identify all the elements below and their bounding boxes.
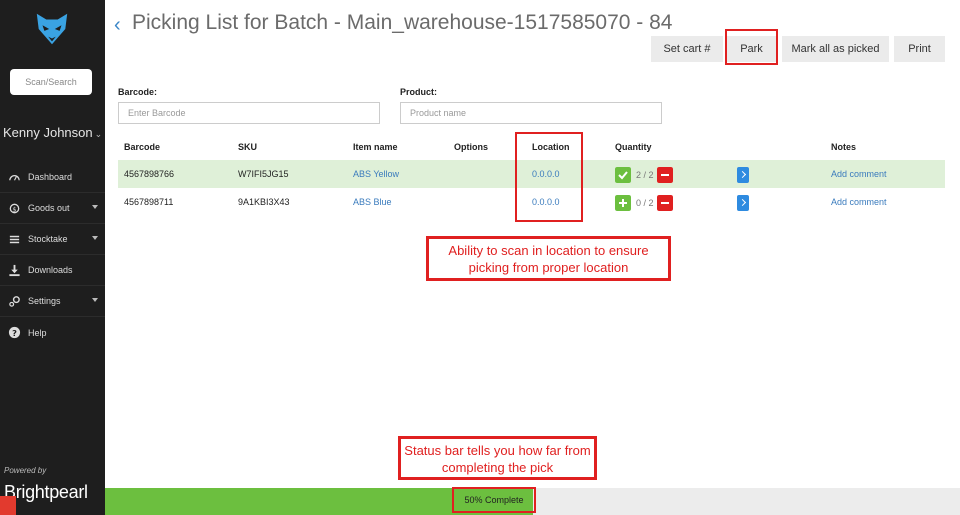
svg-text:?: ? <box>12 328 17 338</box>
minus-icon[interactable] <box>657 195 673 211</box>
header-options: Options <box>454 142 488 152</box>
sidebar: Scan/Search Kenny Johnson ⌄ Dashboard $ G… <box>0 0 105 515</box>
header-notes: Notes <box>831 142 857 152</box>
chevron-down-icon <box>92 236 98 240</box>
back-chevron-icon[interactable]: ‹ <box>114 14 121 37</box>
user-name: Kenny Johnson <box>3 125 93 140</box>
sku-cell: W7IFI5JG15 <box>238 169 289 179</box>
plus-icon[interactable] <box>615 195 631 211</box>
stocktake-icon <box>9 235 20 243</box>
sidebar-nav: Dashboard $ Goods out Stocktake Download… <box>0 162 105 348</box>
settings-icon <box>9 295 20 307</box>
item-name-link[interactable]: ABS Blue <box>353 197 392 207</box>
status-callout: Status bar tells you how far from comple… <box>398 436 597 480</box>
download-icon <box>9 264 20 276</box>
user-menu[interactable]: Kenny Johnson ⌄ <box>3 125 103 140</box>
brand-mark-icon <box>0 496 16 515</box>
help-icon: ? <box>8 326 21 339</box>
picked-check-icon[interactable] <box>615 167 631 183</box>
header-sku: SKU <box>238 142 258 152</box>
chevron-right-icon[interactable] <box>737 167 749 183</box>
location-highlight-box <box>515 132 583 222</box>
product-label: Product: <box>400 87 437 97</box>
mark-all-picked-button[interactable]: Mark all as picked <box>782 36 889 62</box>
set-cart-button[interactable]: Set cart # <box>651 36 723 62</box>
quantity-picked: 2 / 2 <box>636 170 654 180</box>
minus-icon[interactable] <box>657 167 673 183</box>
sidebar-item-dashboard[interactable]: Dashboard <box>0 162 105 193</box>
sidebar-item-label: Dashboard <box>28 172 73 182</box>
progress-label: 50% Complete <box>452 487 536 513</box>
sidebar-item-goods-out[interactable]: $ Goods out <box>0 193 105 224</box>
sidebar-item-label: Settings <box>28 296 61 306</box>
barcode-input[interactable]: Enter Barcode <box>118 102 380 124</box>
sidebar-item-label: Help <box>28 327 47 338</box>
product-input[interactable]: Product name <box>400 102 662 124</box>
chevron-down-icon: ⌄ <box>94 129 103 139</box>
chevron-down-icon <box>92 205 98 209</box>
print-button[interactable]: Print <box>894 36 945 62</box>
location-callout: Ability to scan in location to ensure pi… <box>426 236 671 281</box>
quantity-picked: 0 / 2 <box>636 198 654 208</box>
goods-out-icon: $ <box>9 203 20 213</box>
item-name-link[interactable]: ABS Yellow <box>353 169 399 179</box>
add-comment-link[interactable]: Add comment <box>831 197 887 207</box>
brand-logo-text: Brightpearl <box>4 482 88 502</box>
header-quantity: Quantity <box>615 142 652 152</box>
powered-by-text: Powered by <box>4 466 47 475</box>
fox-logo-icon[interactable] <box>33 10 71 48</box>
chevron-right-icon[interactable] <box>737 195 749 211</box>
chevron-down-icon <box>92 298 98 302</box>
header-item-name: Item name <box>353 142 398 152</box>
sidebar-item-help[interactable]: ? Help <box>0 317 105 348</box>
scan-search-button[interactable]: Scan/Search <box>10 69 92 95</box>
barcode-cell: 4567898711 <box>124 197 174 207</box>
svg-text:$: $ <box>12 205 16 213</box>
sidebar-item-stocktake[interactable]: Stocktake <box>0 224 105 255</box>
page-title: Picking List for Batch - Main_warehouse-… <box>132 11 673 34</box>
header-barcode: Barcode <box>124 142 161 152</box>
sidebar-item-downloads[interactable]: Downloads <box>0 255 105 286</box>
barcode-label: Barcode: <box>118 87 158 97</box>
add-comment-link[interactable]: Add comment <box>831 169 887 179</box>
sidebar-item-label: Goods out <box>28 203 70 213</box>
sidebar-item-label: Downloads <box>28 265 73 275</box>
barcode-cell: 4567898766 <box>124 169 175 179</box>
sidebar-item-label: Stocktake <box>28 234 68 244</box>
park-highlight-box <box>725 29 778 65</box>
sidebar-item-settings[interactable]: Settings <box>0 286 105 317</box>
dashboard-icon <box>9 174 20 181</box>
sku-cell: 9A1KBI3X43 <box>238 197 290 207</box>
